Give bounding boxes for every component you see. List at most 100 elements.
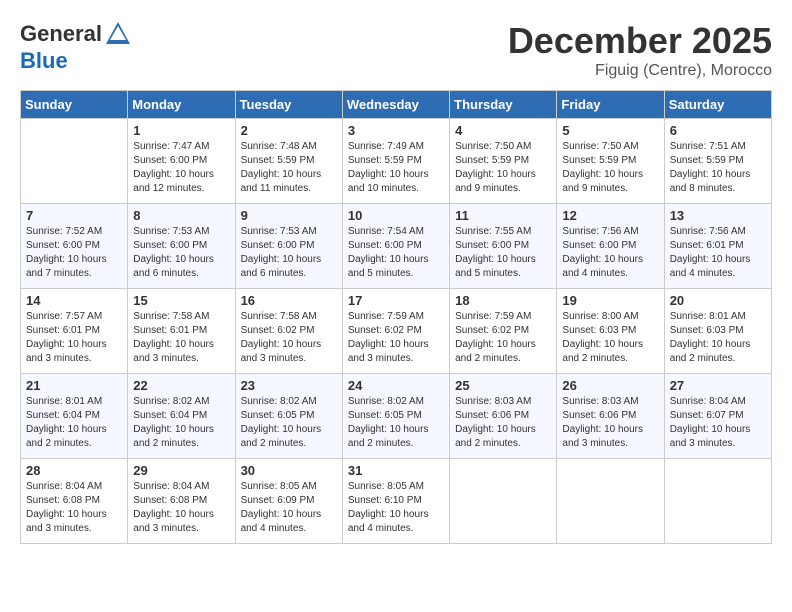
day-cell: 7Sunrise: 7:52 AM Sunset: 6:00 PM Daylig… (21, 204, 128, 289)
day-cell: 28Sunrise: 8:04 AM Sunset: 6:08 PM Dayli… (21, 459, 128, 544)
week-row-4: 21Sunrise: 8:01 AM Sunset: 6:04 PM Dayli… (21, 374, 772, 459)
day-cell: 18Sunrise: 7:59 AM Sunset: 6:02 PM Dayli… (450, 289, 557, 374)
day-cell (21, 119, 128, 204)
page-header: General Blue December 2025 Figuig (Centr… (20, 20, 772, 80)
day-cell: 17 Sunrise: 7:59 AM Sunset: 6:02 PM Dayli… (342, 289, 449, 374)
day-info: Sunrise: 7:59 AM Sunset: 6:02 PM Dayligh… (348, 310, 444, 366)
day-cell (664, 459, 771, 544)
day-info: Sunrise: 7:51 AM Sunset: 5:59 PM Dayligh… (670, 140, 766, 196)
day-cell: 14 Sunrise: 7:57 AM Sunset: 6:01 PM Dayli… (21, 289, 128, 374)
day-number: 16 (241, 293, 337, 308)
day-cell (450, 459, 557, 544)
logo-icon (104, 20, 132, 48)
day-info: Sunrise: 8:05 AM Sunset: 6:10 PM Dayligh… (348, 480, 444, 536)
calendar-table: SundayMondayTuesdayWednesdayThursdayFrid… (20, 90, 772, 544)
day-cell: 29 Sunrise: 8:04 AM Sunset: 6:08 PM Dayli… (128, 459, 235, 544)
day-number: 30 (241, 463, 337, 478)
day-cell: 6 Sunrise: 7:51 AM Sunset: 5:59 PM Daylig… (664, 119, 771, 204)
day-cell: 21Sunrise: 8:01 AM Sunset: 6:04 PM Dayli… (21, 374, 128, 459)
day-info: Sunrise: 8:03 AM Sunset: 6:06 PM Dayligh… (562, 395, 658, 451)
weekday-monday: Monday (128, 91, 235, 119)
week-row-2: 7Sunrise: 7:52 AM Sunset: 6:00 PM Daylig… (21, 204, 772, 289)
day-cell: 15 Sunrise: 7:58 AM Sunset: 6:01 PM Dayli… (128, 289, 235, 374)
day-number: 21 (26, 378, 122, 393)
day-cell: 24Sunrise: 8:02 AM Sunset: 6:05 PM Dayli… (342, 374, 449, 459)
day-info: Sunrise: 7:58 AM Sunset: 6:01 PM Dayligh… (133, 310, 229, 366)
month-title: December 2025 (508, 20, 772, 62)
weekday-saturday: Saturday (664, 91, 771, 119)
day-info: Sunrise: 7:53 AM Sunset: 6:00 PM Dayligh… (241, 225, 337, 281)
weekday-sunday: Sunday (21, 91, 128, 119)
day-info: Sunrise: 8:04 AM Sunset: 6:07 PM Dayligh… (670, 395, 766, 451)
day-number: 6 (670, 123, 766, 138)
day-cell: 12Sunrise: 7:56 AM Sunset: 6:00 PM Dayli… (557, 204, 664, 289)
day-number: 10 (348, 208, 444, 223)
title-block: December 2025 Figuig (Centre), Morocco (508, 20, 772, 80)
weekday-thursday: Thursday (450, 91, 557, 119)
day-cell: 19Sunrise: 8:00 AM Sunset: 6:03 PM Dayli… (557, 289, 664, 374)
day-number: 25 (455, 378, 551, 393)
day-cell: 30 Sunrise: 8:05 AM Sunset: 6:09 PM Dayli… (235, 459, 342, 544)
day-info: Sunrise: 7:47 AM Sunset: 6:00 PM Dayligh… (133, 140, 229, 196)
day-number: 14 (26, 293, 122, 308)
day-number: 9 (241, 208, 337, 223)
day-info: Sunrise: 7:50 AM Sunset: 5:59 PM Dayligh… (455, 140, 551, 196)
day-cell: 26 Sunrise: 8:03 AM Sunset: 6:06 PM Dayli… (557, 374, 664, 459)
day-number: 4 (455, 123, 551, 138)
day-info: Sunrise: 7:50 AM Sunset: 5:59 PM Dayligh… (562, 140, 658, 196)
logo-general: General (20, 21, 102, 47)
week-row-1: 1 Sunrise: 7:47 AM Sunset: 6:00 PM Daylig… (21, 119, 772, 204)
day-number: 24 (348, 378, 444, 393)
day-number: 22 (133, 378, 229, 393)
day-info: Sunrise: 7:57 AM Sunset: 6:01 PM Dayligh… (26, 310, 122, 366)
day-info: Sunrise: 8:01 AM Sunset: 6:03 PM Dayligh… (670, 310, 766, 366)
day-number: 20 (670, 293, 766, 308)
day-number: 26 (562, 378, 658, 393)
day-cell: 27 Sunrise: 8:04 AM Sunset: 6:07 PM Dayli… (664, 374, 771, 459)
day-number: 1 (133, 123, 229, 138)
location-title: Figuig (Centre), Morocco (508, 62, 772, 80)
day-info: Sunrise: 8:05 AM Sunset: 6:09 PM Dayligh… (241, 480, 337, 536)
weekday-header-row: SundayMondayTuesdayWednesdayThursdayFrid… (21, 91, 772, 119)
day-info: Sunrise: 8:04 AM Sunset: 6:08 PM Dayligh… (133, 480, 229, 536)
day-number: 17 (348, 293, 444, 308)
day-number: 13 (670, 208, 766, 223)
day-number: 29 (133, 463, 229, 478)
day-number: 27 (670, 378, 766, 393)
day-cell: 25 Sunrise: 8:03 AM Sunset: 6:06 PM Dayli… (450, 374, 557, 459)
day-info: Sunrise: 8:02 AM Sunset: 6:04 PM Dayligh… (133, 395, 229, 451)
day-info: Sunrise: 7:54 AM Sunset: 6:00 PM Dayligh… (348, 225, 444, 281)
day-number: 11 (455, 208, 551, 223)
day-cell (557, 459, 664, 544)
day-cell: 1 Sunrise: 7:47 AM Sunset: 6:00 PM Daylig… (128, 119, 235, 204)
day-number: 23 (241, 378, 337, 393)
day-cell: 9 Sunrise: 7:53 AM Sunset: 6:00 PM Daylig… (235, 204, 342, 289)
day-info: Sunrise: 8:04 AM Sunset: 6:08 PM Dayligh… (26, 480, 122, 536)
day-info: Sunrise: 7:56 AM Sunset: 6:01 PM Dayligh… (670, 225, 766, 281)
day-cell: 4 Sunrise: 7:50 AM Sunset: 5:59 PM Daylig… (450, 119, 557, 204)
day-number: 15 (133, 293, 229, 308)
day-info: Sunrise: 7:49 AM Sunset: 5:59 PM Dayligh… (348, 140, 444, 196)
day-number: 18 (455, 293, 551, 308)
week-row-3: 14 Sunrise: 7:57 AM Sunset: 6:01 PM Dayli… (21, 289, 772, 374)
day-info: Sunrise: 7:56 AM Sunset: 6:00 PM Dayligh… (562, 225, 658, 281)
day-cell: 5 Sunrise: 7:50 AM Sunset: 5:59 PM Daylig… (557, 119, 664, 204)
day-cell: 23 Sunrise: 8:02 AM Sunset: 6:05 PM Dayli… (235, 374, 342, 459)
day-info: Sunrise: 8:03 AM Sunset: 6:06 PM Dayligh… (455, 395, 551, 451)
week-row-5: 28Sunrise: 8:04 AM Sunset: 6:08 PM Dayli… (21, 459, 772, 544)
day-cell: 20 Sunrise: 8:01 AM Sunset: 6:03 PM Dayli… (664, 289, 771, 374)
day-cell: 16Sunrise: 7:58 AM Sunset: 6:02 PM Dayli… (235, 289, 342, 374)
day-cell: 10 Sunrise: 7:54 AM Sunset: 6:00 PM Dayli… (342, 204, 449, 289)
day-cell: 13 Sunrise: 7:56 AM Sunset: 6:01 PM Dayli… (664, 204, 771, 289)
day-info: Sunrise: 8:02 AM Sunset: 6:05 PM Dayligh… (241, 395, 337, 451)
day-number: 2 (241, 123, 337, 138)
day-cell: 3Sunrise: 7:49 AM Sunset: 5:59 PM Daylig… (342, 119, 449, 204)
day-number: 5 (562, 123, 658, 138)
day-cell: 11Sunrise: 7:55 AM Sunset: 6:00 PM Dayli… (450, 204, 557, 289)
day-info: Sunrise: 7:48 AM Sunset: 5:59 PM Dayligh… (241, 140, 337, 196)
day-cell: 22 Sunrise: 8:02 AM Sunset: 6:04 PM Dayli… (128, 374, 235, 459)
weekday-friday: Friday (557, 91, 664, 119)
day-cell: 8Sunrise: 7:53 AM Sunset: 6:00 PM Daylig… (128, 204, 235, 289)
day-info: Sunrise: 7:53 AM Sunset: 6:00 PM Dayligh… (133, 225, 229, 281)
day-info: Sunrise: 7:52 AM Sunset: 6:00 PM Dayligh… (26, 225, 122, 281)
